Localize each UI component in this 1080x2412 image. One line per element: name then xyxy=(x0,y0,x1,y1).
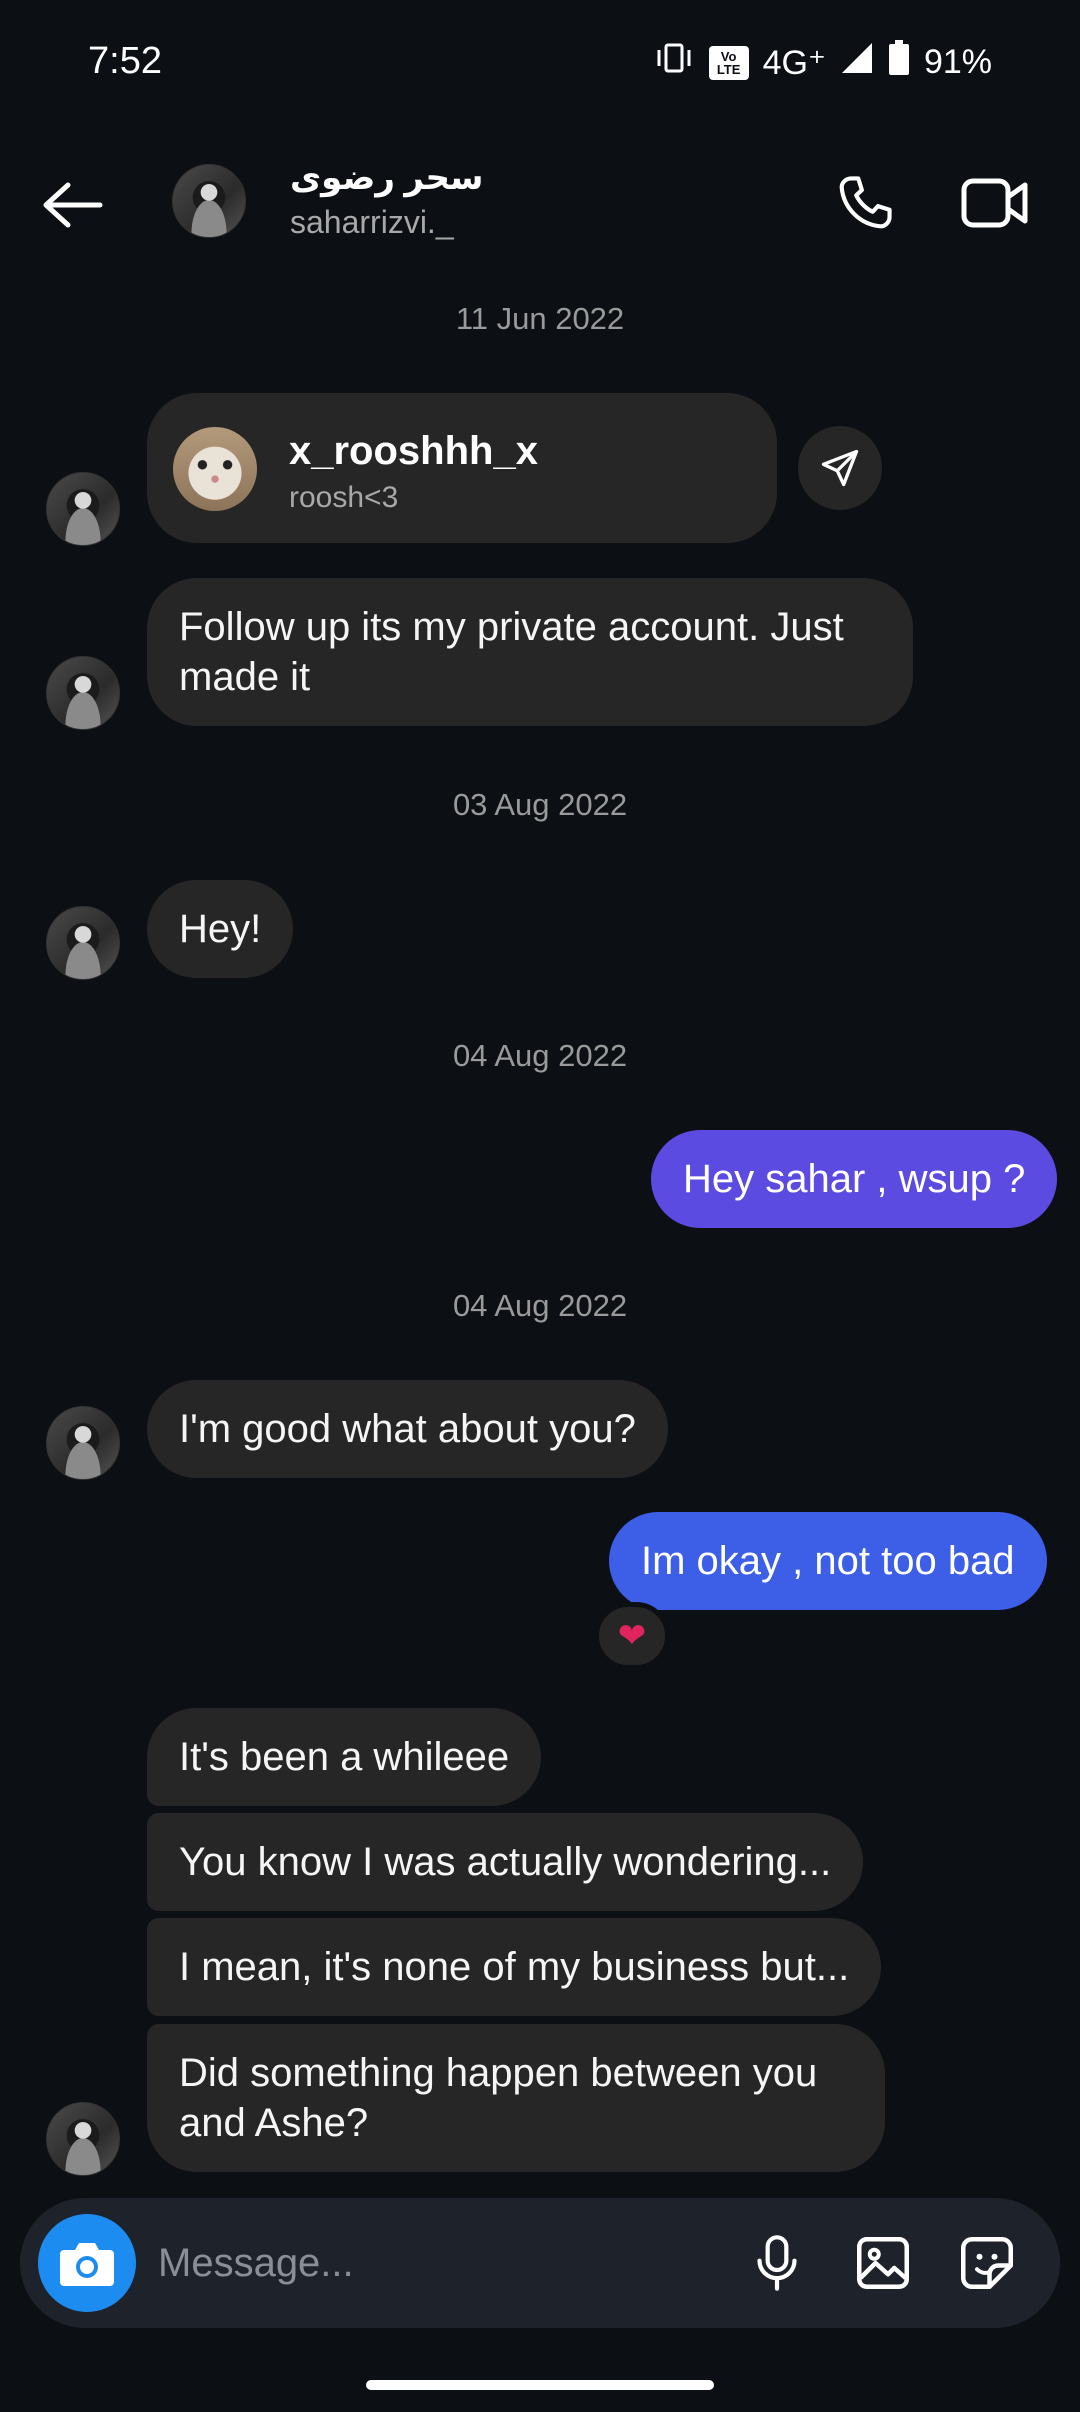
network-type: 4G⁺ xyxy=(762,43,826,82)
message-input[interactable] xyxy=(158,2228,718,2298)
home-indicator[interactable] xyxy=(366,2380,714,2390)
battery-percent: 91% xyxy=(923,43,992,81)
status-time: 7:52 xyxy=(88,40,162,82)
sender-avatar[interactable] xyxy=(46,1406,120,1480)
voice-call-button[interactable] xyxy=(830,168,900,238)
sender-avatar[interactable] xyxy=(46,2102,120,2176)
status-icons: Vo LTE 4G⁺ 91% xyxy=(653,40,992,85)
sender-avatar[interactable] xyxy=(46,906,120,980)
message-bubble[interactable]: Did something happen between you and Ash… xyxy=(147,2024,885,2172)
contact-avatar[interactable] xyxy=(172,164,246,238)
shared-profile-avatar xyxy=(173,427,257,511)
chat-header: سحر رضوی saharrizvi._ xyxy=(0,140,1080,265)
message-bubble[interactable]: You know I was actually wondering... xyxy=(147,1813,864,1911)
battery-icon xyxy=(888,40,910,85)
date-separator: 04 Aug 2022 xyxy=(452,1288,628,1323)
phone-icon xyxy=(839,176,892,229)
message-bubble[interactable]: I'm good what about you? xyxy=(147,1380,668,1478)
sticker-button[interactable] xyxy=(950,2226,1024,2300)
voice-message-button[interactable] xyxy=(740,2226,814,2300)
back-button[interactable] xyxy=(38,170,108,240)
message-bubble-sent[interactable]: Im okay , not too bad xyxy=(609,1512,1047,1610)
message-bubble[interactable]: It's been a whileee xyxy=(147,1708,542,1806)
message-bubble-sent[interactable]: Hey sahar , wsup ? xyxy=(651,1130,1058,1228)
send-icon xyxy=(821,449,859,487)
heart-reaction[interactable]: ❤ xyxy=(594,1602,670,1670)
status-bar: 7:52 Vo LTE 4G⁺ 91% xyxy=(0,0,1080,125)
camera-icon xyxy=(60,2243,114,2286)
message-bubble[interactable]: I mean, it's none of my business but... xyxy=(147,1918,882,2016)
date-separator: 04 Aug 2022 xyxy=(452,1038,628,1073)
forward-button[interactable] xyxy=(798,426,882,510)
sender-avatar[interactable] xyxy=(46,656,120,730)
shared-profile-subtitle: roosh<3 xyxy=(289,481,399,514)
image-icon xyxy=(857,2237,909,2289)
date-separator: 11 Jun 2022 xyxy=(455,301,625,336)
arrow-left-icon xyxy=(43,182,103,228)
video-camera-icon xyxy=(961,178,1028,228)
microphone-icon xyxy=(757,2235,797,2291)
message-bubble[interactable]: Follow up its my private account. Just m… xyxy=(147,578,913,726)
message-composer xyxy=(20,2198,1060,2328)
vibrate-icon xyxy=(653,41,695,84)
sticker-icon xyxy=(961,2237,1013,2289)
shared-profile-card[interactable]: x_rooshhh_x roosh<3 xyxy=(147,393,777,543)
camera-button[interactable] xyxy=(38,2214,136,2312)
volte-icon: Vo LTE xyxy=(708,45,749,80)
contact-username[interactable]: saharrizvi._ xyxy=(290,204,454,241)
date-separator: 03 Aug 2022 xyxy=(452,787,628,822)
gallery-button[interactable] xyxy=(846,2226,920,2300)
heart-icon: ❤ xyxy=(617,1617,647,1655)
video-call-button[interactable] xyxy=(956,168,1036,238)
signal-icon xyxy=(840,41,874,84)
message-bubble[interactable]: Hey! xyxy=(147,880,294,978)
shared-profile-name: x_rooshhh_x xyxy=(289,429,538,473)
sender-avatar[interactable] xyxy=(46,472,120,546)
contact-name[interactable]: سحر رضوی xyxy=(290,158,483,198)
